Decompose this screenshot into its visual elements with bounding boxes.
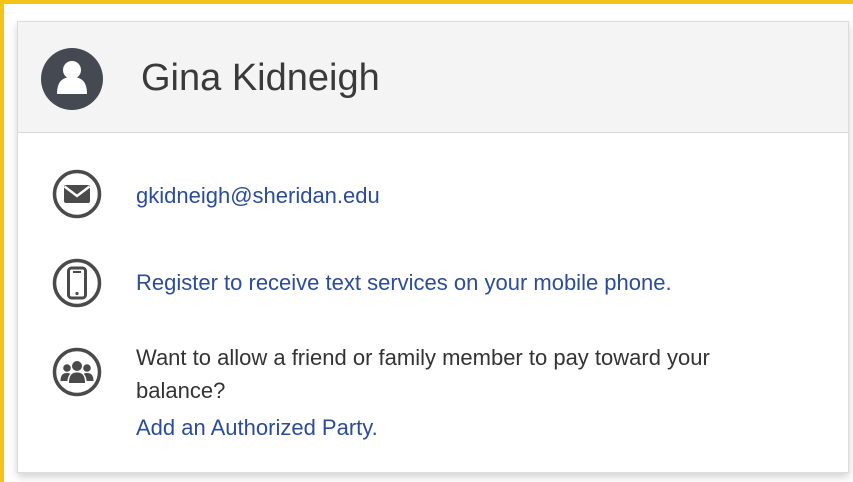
add-authorized-party-link[interactable]: Add an Authorized Party. bbox=[136, 411, 378, 445]
register-text-services-link[interactable]: Register to receive text services on you… bbox=[136, 266, 672, 300]
group-icon bbox=[52, 347, 102, 397]
highlight-frame: Gina Kidneigh gkidneigh@sheridan.edu Reg… bbox=[0, 0, 853, 482]
profile-name: Gina Kidneigh bbox=[141, 57, 380, 99]
profile-card: Gina Kidneigh gkidneigh@sheridan.edu Reg… bbox=[17, 21, 849, 473]
authorized-party-prompt-line2: balance? bbox=[136, 378, 226, 403]
authorized-party-prompt-line1: Want to allow a friend or family member … bbox=[136, 345, 710, 370]
user-avatar-icon bbox=[41, 48, 103, 110]
mobile-phone-icon bbox=[52, 258, 102, 308]
profile-card-header: Gina Kidneigh bbox=[18, 22, 848, 133]
envelope-icon bbox=[52, 169, 102, 219]
email-link[interactable]: gkidneigh@sheridan.edu bbox=[136, 179, 380, 213]
